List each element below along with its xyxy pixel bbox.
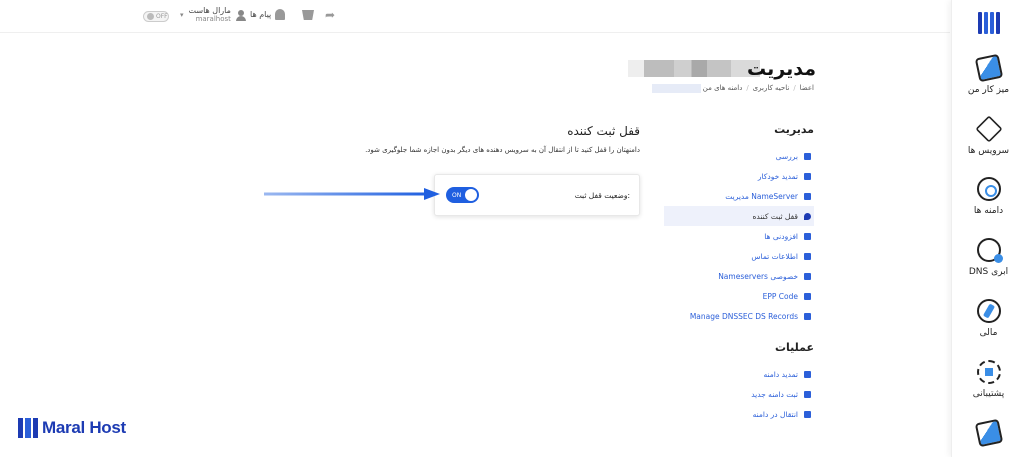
arrow-icon	[804, 272, 811, 280]
arrow-annotation-icon	[264, 188, 440, 200]
brand-logo[interactable]: Maral Host	[18, 418, 126, 438]
arrow-icon	[804, 192, 811, 200]
gear-icon	[804, 312, 811, 320]
nav-item-label: Manage DNSSEC DS Records	[689, 311, 798, 321]
messages-label: پیام ها	[250, 10, 272, 19]
cloud-dns-icon	[976, 238, 1003, 263]
sidebar-item-label: میز کار من	[967, 85, 1010, 95]
messages-button[interactable]: پیام ها	[250, 9, 286, 20]
lock-status-label: وضعیت قفل ثبت:	[574, 191, 630, 200]
nav-item-label: مدیریت NameServer	[725, 191, 798, 201]
sidebar-logo[interactable]	[978, 12, 1000, 34]
redacted-breadcrumb	[652, 84, 701, 93]
manage-nav: بررسی تمدید خودکار مدیریت NameServer قفل…	[651, 146, 814, 326]
share-icon[interactable]: ➦	[325, 8, 335, 22]
user-handle: maralhost	[195, 15, 231, 23]
nav-item-register[interactable]: ثبت دامنه جدید	[651, 384, 811, 404]
nav-item-private-ns[interactable]: Nameservers خصوصی	[651, 266, 811, 286]
sidebar-item-label: پشتیبانی	[972, 389, 1005, 399]
nav-item-label: قفل ثبت کننده	[752, 211, 798, 221]
manage-heading: مدیریت	[774, 123, 814, 136]
bell-icon	[275, 9, 286, 20]
renew-icon	[804, 370, 811, 378]
cart-icon[interactable]	[302, 10, 314, 20]
breadcrumb-item[interactable]: اعضا	[800, 84, 814, 92]
sidebar-item-label: مالی	[979, 328, 998, 338]
registrar-lock-toggle[interactable]: ON	[446, 187, 479, 203]
actions-heading: عملیات	[774, 341, 814, 354]
sidebar-item-more[interactable]	[952, 418, 1024, 450]
registrar-lock-card: وضعیت قفل ثبت: ON	[434, 174, 640, 216]
nav-item-epp[interactable]: EPP Code	[651, 286, 811, 306]
nav-item-label: بررسی	[775, 151, 798, 161]
user-icon	[235, 9, 246, 21]
nav-item-label: EPP Code	[762, 291, 798, 301]
logo-mark	[18, 418, 38, 438]
shield-icon	[804, 212, 811, 220]
sidebar-item-finance[interactable]: مالی	[952, 299, 1024, 338]
sidebar-item-support[interactable]: پشتیبانی	[952, 360, 1024, 399]
sidebar-item-label: دامنه ها	[973, 206, 1004, 216]
nav-item-label: تمدید خودکار	[757, 171, 798, 181]
nav-item-label: افزودنی ها	[764, 231, 798, 241]
breadcrumb-separator: /	[793, 84, 796, 92]
breadcrumb: اعضا / ناحیه کاربری / دامنه های من	[703, 84, 814, 92]
nav-item-renew[interactable]: تمدید دامنه	[651, 364, 811, 384]
sidebar-item-domains[interactable]: دامنه ها	[952, 177, 1024, 216]
nav-item-registrar-lock[interactable]: قفل ثبت کننده	[664, 206, 814, 226]
sidebar-item-services[interactable]: سرویس ها	[952, 115, 1024, 156]
gear-icon	[804, 292, 811, 300]
nav-item-label: انتقال در دامنه	[752, 409, 798, 419]
nav-item-label: اطلاعات تماس	[751, 251, 798, 261]
breadcrumb-item[interactable]: ناحیه کاربری	[753, 84, 790, 92]
nav-item-label: تمدید دامنه	[763, 369, 799, 379]
nav-item-label: ثبت دامنه جدید	[751, 389, 798, 399]
nav-item-contact[interactable]: اطلاعات تماس	[651, 246, 811, 266]
toggle-label: OFF	[156, 13, 168, 20]
main-sidebar: میز کار من سرویس ها دامنه ها DNS ابری ما…	[951, 0, 1024, 457]
nav-item-overview[interactable]: بررسی	[651, 146, 811, 166]
support-icon	[976, 360, 1001, 384]
chevron-down-icon: ▾	[180, 11, 184, 19]
sidebar-item-label: سرویس ها	[967, 146, 1010, 156]
toggle-knob	[465, 189, 477, 201]
redacted-domain	[628, 60, 760, 77]
toggle-label: ON	[452, 191, 462, 199]
nav-item-dnssec[interactable]: Manage DNSSEC DS Records	[651, 306, 811, 326]
sidebar-item-dashboard[interactable]: میز کار من	[952, 53, 1024, 95]
nav-item-transfer[interactable]: انتقال در دامنه	[651, 404, 811, 424]
sidebar-item-cloud-dns[interactable]: DNS ابری	[952, 238, 1024, 277]
section-description: دامنهتان را قفل کنید تا از انتقال آن به …	[365, 146, 640, 154]
page-title: مدیریت	[747, 58, 816, 80]
nav-item-addons[interactable]: افزودنی ها	[651, 226, 811, 246]
top-bar: OFF ▾ مارال هاست maralhost پیام ها ➦	[0, 0, 950, 33]
overview-icon	[804, 152, 811, 160]
contact-icon	[804, 252, 811, 260]
finance-icon	[976, 299, 1001, 323]
nav-item-label: Nameservers خصوصی	[718, 271, 798, 281]
sidebar-item-label: DNS ابری	[968, 267, 1009, 277]
breadcrumb-separator: /	[746, 84, 749, 92]
brand-name: Maral Host	[42, 418, 126, 437]
nav-item-nameserver[interactable]: مدیریت NameServer	[651, 186, 811, 206]
dark-mode-toggle[interactable]: OFF	[143, 11, 169, 22]
user-menu[interactable]: ▾ مارال هاست maralhost	[180, 6, 246, 24]
services-icon	[974, 115, 1003, 143]
nav-item-autorenew[interactable]: تمدید خودکار	[651, 166, 811, 186]
addons-icon	[804, 232, 811, 240]
user-name: مارال هاست	[188, 6, 231, 15]
register-icon	[804, 390, 811, 398]
autorenew-icon	[804, 172, 811, 180]
section-title: قفل ثبت کننده	[567, 124, 640, 138]
dashboard-icon	[974, 53, 1003, 83]
domains-icon	[976, 177, 1001, 201]
transfer-icon	[804, 410, 811, 418]
actions-nav: تمدید دامنه ثبت دامنه جدید انتقال در دام…	[651, 364, 811, 424]
breadcrumb-item[interactable]: دامنه های من	[703, 84, 743, 92]
more-icon	[974, 418, 1003, 448]
